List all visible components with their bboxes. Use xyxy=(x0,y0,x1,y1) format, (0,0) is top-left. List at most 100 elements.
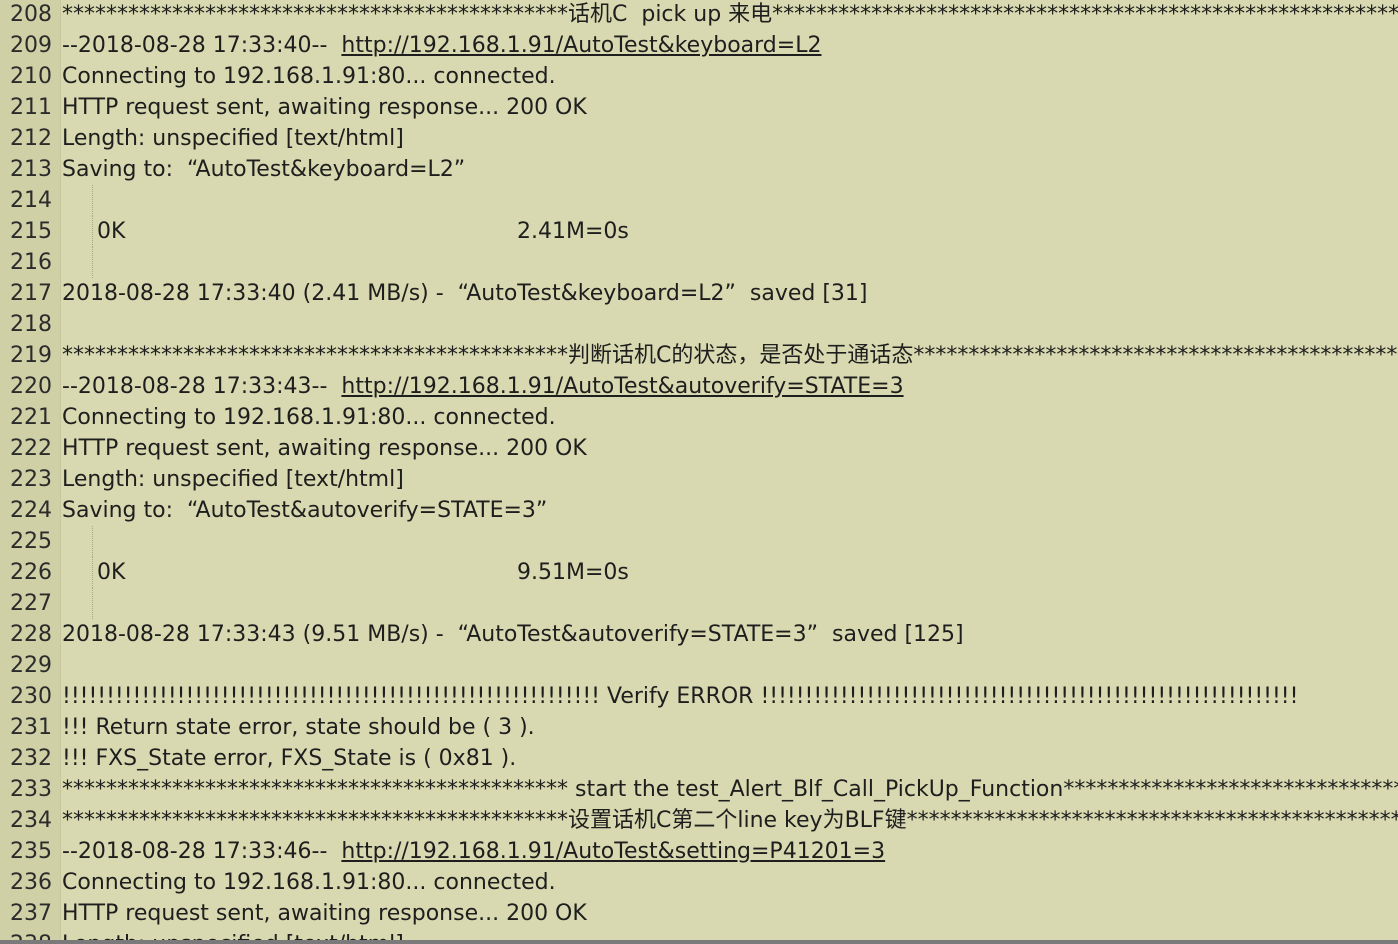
editor-line[interactable]: 235 --2018-08-28 17:33:46-- http://192.1… xyxy=(0,836,1398,867)
text-editor[interactable]: 208 ************************************… xyxy=(0,0,1398,940)
editor-line[interactable]: 215 0K 2.41M=0s xyxy=(0,216,1398,247)
line-number: 209 xyxy=(10,33,52,58)
editor-line[interactable]: 211 HTTP request sent, awaiting response… xyxy=(0,92,1398,123)
line-number: 219 xyxy=(10,343,52,368)
line-number: 230 xyxy=(10,684,52,709)
line-number: 222 xyxy=(10,436,52,461)
indent-guide xyxy=(92,247,93,278)
line-number: 234 xyxy=(10,808,52,833)
editor-line[interactable]: 228 2018-08-28 17:33:43 (9.51 MB/s) - “A… xyxy=(0,619,1398,650)
line-number: 225 xyxy=(10,529,52,554)
url-link[interactable]: http://192.168.1.91/AutoTest&setting=P41… xyxy=(341,839,885,864)
line-text: Connecting to 192.168.1.91:80... connect… xyxy=(62,64,556,89)
indent-guide xyxy=(92,557,93,588)
editor-line[interactable]: 237 HTTP request sent, awaiting response… xyxy=(0,898,1398,929)
line-text: ****************************************… xyxy=(62,808,1398,833)
line-text: 2018-08-28 17:33:43 (9.51 MB/s) - “AutoT… xyxy=(62,622,964,647)
indent-guide xyxy=(92,185,93,216)
editor-line[interactable]: 223 Length: unspecified [text/html] xyxy=(0,464,1398,495)
url-link[interactable]: http://192.168.1.91/AutoTest&keyboard=L2 xyxy=(341,33,821,58)
editor-line[interactable]: 226 0K 9.51M=0s xyxy=(0,557,1398,588)
line-text: Saving to: “AutoTest&keyboard=L2” xyxy=(62,157,466,182)
line-number: 217 xyxy=(10,281,52,306)
line-text: HTTP request sent, awaiting response... … xyxy=(62,436,587,461)
line-number: 231 xyxy=(10,715,52,740)
progress-ok: 0K xyxy=(97,219,126,244)
line-text: ****************************************… xyxy=(62,2,1398,27)
url-link[interactable]: http://192.168.1.91/AutoTest&autoverify=… xyxy=(341,374,903,399)
line-number: 208 xyxy=(10,2,52,27)
line-text: HTTP request sent, awaiting response... … xyxy=(62,901,587,926)
line-text: HTTP request sent, awaiting response... … xyxy=(62,95,587,120)
editor-line[interactable]: 229 xyxy=(0,650,1398,681)
indent-guide xyxy=(92,216,93,247)
line-number: 211 xyxy=(10,95,52,120)
line-number: 232 xyxy=(10,746,52,771)
line-text: ****************************************… xyxy=(62,777,1398,802)
editor-line[interactable]: 214 xyxy=(0,185,1398,216)
editor-line[interactable]: 216 xyxy=(0,247,1398,278)
editor-line[interactable]: 234 ************************************… xyxy=(0,805,1398,836)
editor-line[interactable]: 208 ************************************… xyxy=(0,0,1398,30)
line-text: Length: unspecified [text/html] xyxy=(62,126,404,151)
line-text: Length: unspecified [text/html] xyxy=(62,929,404,940)
download-rate: 9.51M=0s xyxy=(517,560,629,585)
editor-line[interactable]: 209 --2018-08-28 17:33:40-- http://192.1… xyxy=(0,30,1398,61)
editor-line[interactable]: 221 Connecting to 192.168.1.91:80... con… xyxy=(0,402,1398,433)
line-number: 236 xyxy=(10,870,52,895)
editor-line[interactable]: 231 !!! Return state error, state should… xyxy=(0,712,1398,743)
line-number: 228 xyxy=(10,622,52,647)
editor-line[interactable]: 212 Length: unspecified [text/html] xyxy=(0,123,1398,154)
editor-line[interactable]: 219 ************************************… xyxy=(0,340,1398,371)
editor-line[interactable]: 210 Connecting to 192.168.1.91:80... con… xyxy=(0,61,1398,92)
line-number: 215 xyxy=(10,219,52,244)
line-text: !!! FXS_State error, FXS_State is ( 0x81… xyxy=(62,746,517,771)
timestamp-prefix: --2018-08-28 17:33:40-- xyxy=(62,33,342,58)
line-number: 227 xyxy=(10,591,52,616)
indent-guide xyxy=(92,526,93,557)
editor-line[interactable]: 220 --2018-08-28 17:33:43-- http://192.1… xyxy=(0,371,1398,402)
editor-line[interactable]: 222 HTTP request sent, awaiting response… xyxy=(0,433,1398,464)
line-number: 218 xyxy=(10,312,52,337)
indent-guide xyxy=(92,588,93,619)
line-text: Connecting to 192.168.1.91:80... connect… xyxy=(62,405,556,430)
line-number: 237 xyxy=(10,901,52,926)
timestamp-prefix: --2018-08-28 17:33:46-- xyxy=(62,839,342,864)
editor-line[interactable]: 213 Saving to: “AutoTest&keyboard=L2” xyxy=(0,154,1398,185)
progress-ok: 0K xyxy=(97,560,126,585)
editor-line[interactable]: 227 xyxy=(0,588,1398,619)
line-text: !!! Return state error, state should be … xyxy=(62,715,535,740)
line-number: 220 xyxy=(10,374,52,399)
line-text: ****************************************… xyxy=(62,343,1398,368)
line-number: 229 xyxy=(10,653,52,678)
editor-line[interactable]: 224 Saving to: “AutoTest&autoverify=STAT… xyxy=(0,495,1398,526)
line-text: !!!!!!!!!!!!!!!!!!!!!!!!!!!!!!!!!!!!!!!!… xyxy=(62,684,1299,709)
line-number: 235 xyxy=(10,839,52,864)
editor-line[interactable]: 225 xyxy=(0,526,1398,557)
line-text: Connecting to 192.168.1.91:80... connect… xyxy=(62,870,556,895)
editor-line[interactable]: 217 2018-08-28 17:33:40 (2.41 MB/s) - “A… xyxy=(0,278,1398,309)
line-number: 216 xyxy=(10,250,52,275)
line-number: 226 xyxy=(10,560,52,585)
line-number: 224 xyxy=(10,498,52,523)
line-number: 210 xyxy=(10,64,52,89)
line-text: Length: unspecified [text/html] xyxy=(62,467,404,492)
line-number: 238 xyxy=(0,929,58,940)
line-text: 2018-08-28 17:33:40 (2.41 MB/s) - “AutoT… xyxy=(62,281,868,306)
line-number: 214 xyxy=(10,188,52,213)
line-number: 221 xyxy=(10,405,52,430)
line-text: Saving to: “AutoTest&autoverify=STATE=3” xyxy=(62,498,548,523)
editor-line[interactable]: 238 Length: unspecified [text/html] xyxy=(0,929,1398,940)
editor-line[interactable]: 218 xyxy=(0,309,1398,340)
editor-line[interactable]: 233 ************************************… xyxy=(0,774,1398,805)
line-number: 223 xyxy=(10,467,52,492)
line-number: 212 xyxy=(10,126,52,151)
line-number: 213 xyxy=(10,157,52,182)
window-bottom-border xyxy=(0,940,1398,944)
timestamp-prefix: --2018-08-28 17:33:43-- xyxy=(62,374,342,399)
editor-line[interactable]: 236 Connecting to 192.168.1.91:80... con… xyxy=(0,867,1398,898)
editor-line[interactable]: 230 !!!!!!!!!!!!!!!!!!!!!!!!!!!!!!!!!!!!… xyxy=(0,681,1398,712)
line-number: 233 xyxy=(10,777,52,802)
download-rate: 2.41M=0s xyxy=(517,219,629,244)
editor-line[interactable]: 232 !!! FXS_State error, FXS_State is ( … xyxy=(0,743,1398,774)
